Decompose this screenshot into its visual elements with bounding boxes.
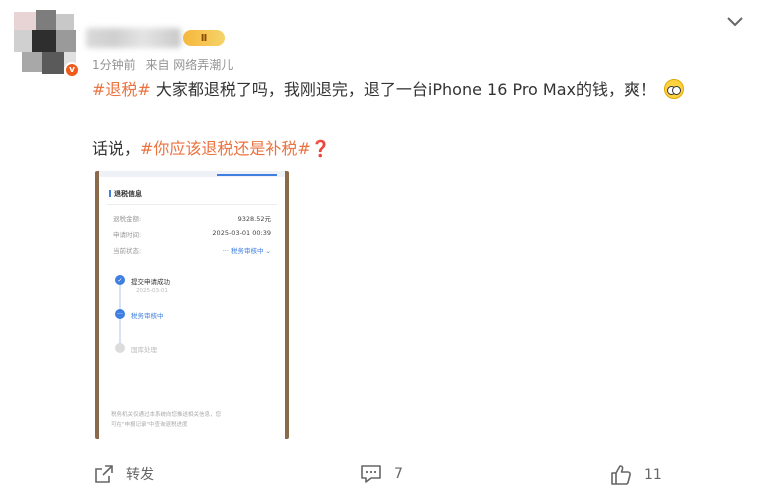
row-value: ··· 税务审核中 ⌄ (222, 247, 271, 255)
image-tab-indicator (217, 174, 277, 176)
post-body-prefix: 话说， (92, 139, 141, 158)
note-line: 税务机关仅通过本系统向您推送相关信息，您 (111, 412, 222, 418)
post-meta: 1分钟前 来自 网络弄潮儿 (92, 56, 239, 73)
vip-badge[interactable]: Ⅱ (183, 30, 225, 46)
apply-time-row: 申请时间: 2025-03-01 00:39 (113, 229, 271, 239)
post-body: 大家都退税了吗，我刚退完，退了一台iPhone 16 Pro Max的钱，爽！ (150, 80, 657, 99)
divider (107, 204, 277, 205)
row-label: 当前状态: (113, 247, 142, 255)
thumbs-up-icon (611, 465, 631, 485)
status-row: 当前状态: ··· 税务审核中 ⌄ (113, 245, 271, 255)
pending-icon (115, 343, 125, 353)
repost-button[interactable]: 转发 (94, 464, 154, 484)
like-button[interactable]: 11 (610, 464, 662, 486)
verified-badge: v (64, 62, 80, 78)
step-label: 税务审核中 (131, 312, 164, 320)
chevron-down-icon[interactable] (724, 12, 746, 30)
username[interactable] (86, 28, 181, 48)
row-value: 2025-03-01 00:39 (212, 229, 271, 237)
row-label: 申请时间: (113, 231, 142, 239)
post-image[interactable]: 退税信息 退税金额: 9328.52元 申请时间: 2025-03-01 00:… (95, 171, 289, 439)
hashtag-link[interactable]: #你应该退税还是补税# (140, 139, 311, 158)
step-date: 2025-03-01 (136, 288, 168, 294)
row-label: 退税金额: (113, 215, 142, 223)
check-icon: ✓ (115, 275, 125, 285)
row-value: 9328.52元 (237, 215, 271, 223)
step-label: 国库处理 (131, 346, 157, 354)
post-text-line2: 话说，#你应该退税还是补税#❓ (92, 137, 331, 161)
post-time[interactable]: 1分钟前 (92, 58, 136, 72)
card-title: 退税信息 (109, 189, 142, 199)
question-mark-icon: ❓ (310, 139, 331, 158)
refund-amount-row: 退税金额: 9328.52元 (113, 213, 271, 223)
comment-count: 7 (394, 466, 403, 482)
like-count: 11 (644, 467, 662, 483)
post-text-line1: #退税# 大家都退税了吗，我刚退完，退了一台iPhone 16 Pro Max的… (92, 78, 712, 102)
emoji-icon (664, 79, 685, 99)
step-label: 提交申请成功 (131, 278, 170, 286)
comment-button[interactable]: 7 (360, 464, 403, 484)
note-line: 可在"申报记录"中查询退税进度 (111, 422, 188, 428)
image-content: 退税信息 退税金额: 9328.52元 申请时间: 2025-03-01 00:… (99, 171, 285, 439)
hashtag-link[interactable]: #退税# (92, 80, 151, 99)
post-source: 来自 网络弄潮儿 (145, 58, 234, 72)
comment-icon (361, 465, 381, 483)
progress-icon: ··· (115, 309, 125, 319)
repost-icon (95, 465, 113, 483)
repost-label: 转发 (126, 467, 154, 483)
